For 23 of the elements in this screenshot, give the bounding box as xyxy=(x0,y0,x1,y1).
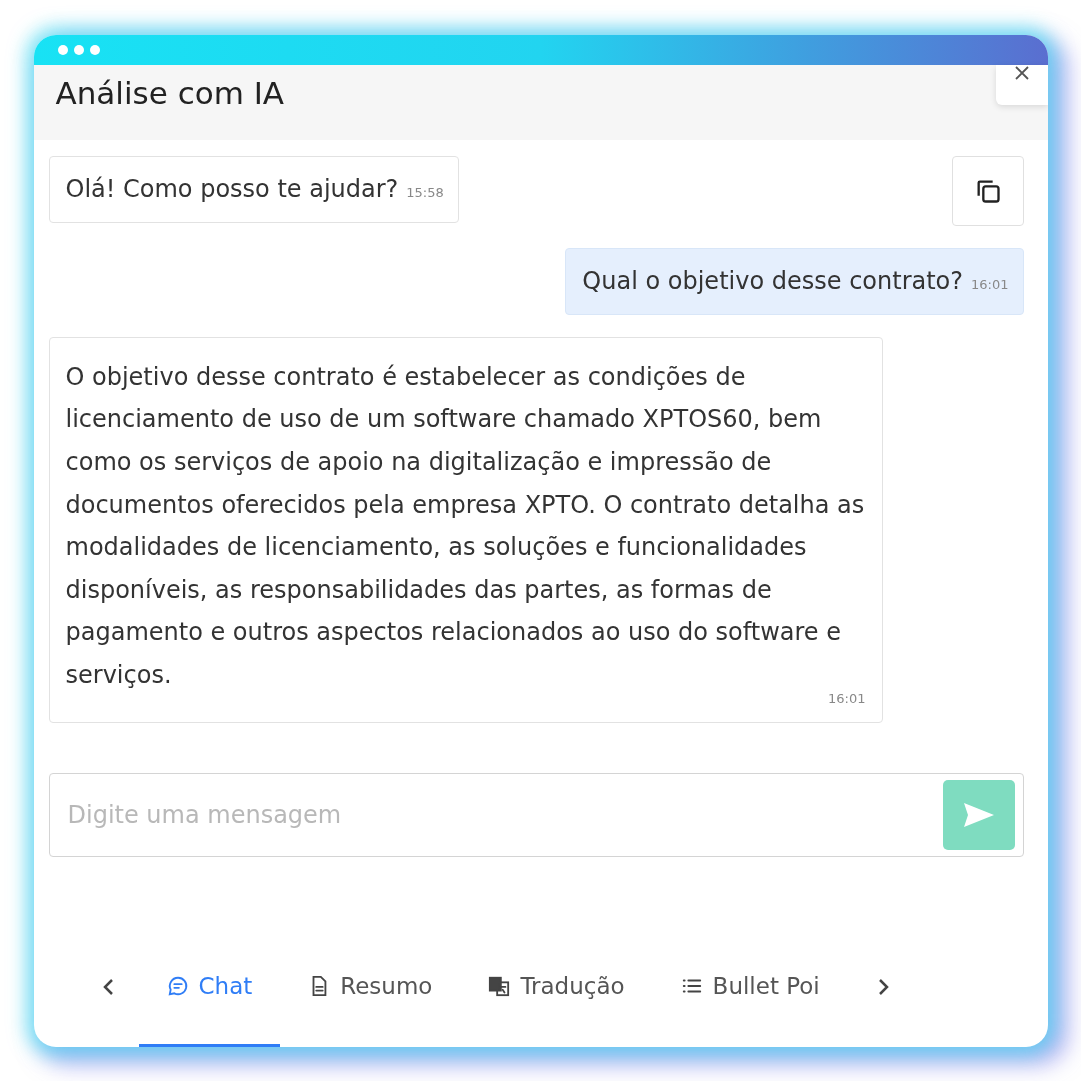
chevron-left-icon xyxy=(101,977,116,997)
message-text: Qual o objetivo desse contrato? xyxy=(582,267,964,295)
message-text: Olá! Como posso te ajudar? xyxy=(65,175,399,203)
tab[interactable]: Resumo xyxy=(280,927,461,1047)
copy-button[interactable] xyxy=(951,156,1024,226)
translate-icon xyxy=(488,974,511,997)
close-icon xyxy=(1013,65,1030,81)
message-input[interactable]: Digite uma mensagem xyxy=(65,799,943,830)
tab[interactable]: Chat xyxy=(138,927,281,1047)
window-dot xyxy=(73,45,84,55)
message-time: 15:58 xyxy=(406,185,444,200)
tab[interactable]: Tradução xyxy=(460,927,653,1047)
message-field[interactable]: Digite uma mensagem xyxy=(48,772,1024,857)
window-dot xyxy=(89,45,100,55)
send-icon xyxy=(962,800,995,829)
message-time: 16:01 xyxy=(827,690,866,706)
message-time: 16:01 xyxy=(971,277,1009,292)
close-button[interactable] xyxy=(995,65,1048,105)
tab[interactable]: Bullet Poi xyxy=(652,927,853,1047)
message-text: O objetivo desse contrato é estabelecer as condições de licenciamento de uso de um software chamado XPTOS60, bem como os serviços de apoio na digitalização e impressão de documentos oferecidos pela empresa XPTO. O contrato detalha as modalidades de licenciamento, as soluções e funcionalidades disponíveis, as responsabilidades das partes, as formas de pagamento e outros aspectos relacionados ao uso do software e serviços. xyxy=(65,362,865,689)
chat-icon xyxy=(166,974,189,997)
window-title: Análise com IA xyxy=(55,75,285,111)
window-dot xyxy=(57,45,68,55)
